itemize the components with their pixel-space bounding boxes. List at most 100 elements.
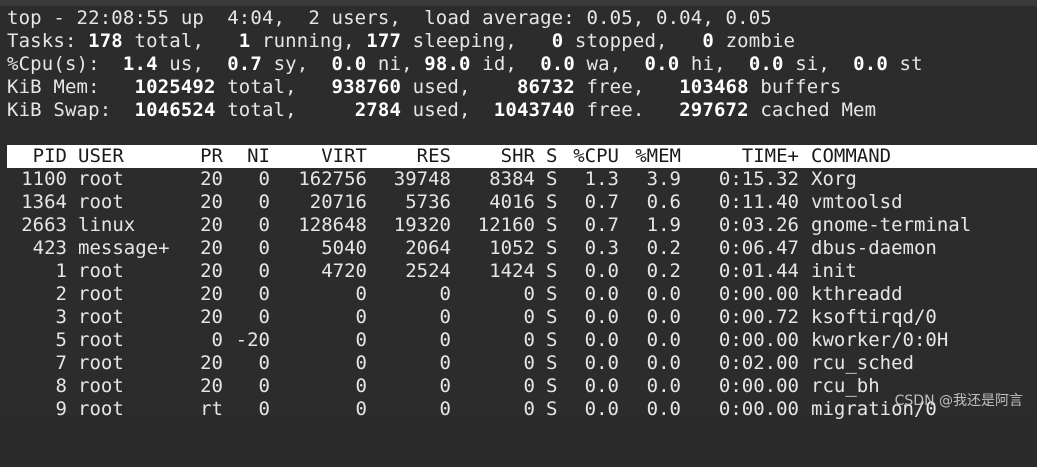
process-row: 1364 root 20 0 20716 5736 4016 S 0.7 0.6 0:11.40 vm… <box>7 191 1037 214</box>
cell-res: 0 <box>439 375 451 397</box>
cell-ni: 0 <box>258 191 270 213</box>
terminal-window[interactable]: top - 22:08:55 up 4:04, 2 users, load av… <box>0 0 1037 420</box>
cell-cpu: 1.3 <box>584 168 619 190</box>
cell-user: linux <box>78 214 136 236</box>
cell-time: 0:02.00 <box>718 352 799 374</box>
terminal-top-strip <box>0 0 1037 6</box>
summary-label: used, <box>401 99 494 121</box>
cell-pr: 20 <box>200 191 223 213</box>
summary-value: 178 <box>88 30 123 52</box>
cell-mem: 0.0 <box>646 283 681 305</box>
cell-pid: 7 <box>55 352 67 374</box>
cell-shr: 4016 <box>489 191 535 213</box>
summary-value: 1.4 <box>122 53 158 75</box>
cell-res: 0 <box>439 283 451 305</box>
cell-time: 0:06.47 <box>718 237 799 259</box>
cell-user: root <box>78 329 124 351</box>
summary-value: 0.0 <box>331 53 367 75</box>
cell-state: S <box>546 214 558 236</box>
summary-value: 98.0 <box>424 53 471 75</box>
cell-cpu: 0.3 <box>584 237 619 259</box>
summary-label: ni, <box>366 53 425 75</box>
cell-pid: 2 <box>55 283 67 305</box>
summary-label: running, <box>250 30 367 52</box>
summary-label: buffers <box>748 76 842 98</box>
cpu-line: %Cpu(s): 1.4 us, 0.7 sy, 0.0 ni, 98.0 id… <box>7 53 923 76</box>
cell-state: S <box>546 283 558 305</box>
cell-command: gnome-terminal <box>811 214 972 236</box>
cell-ni: 0 <box>258 398 270 420</box>
summary-label: free, <box>574 76 680 98</box>
col-pid: PID <box>32 145 67 167</box>
cell-pid: 1 <box>55 260 67 282</box>
cell-ni: 0 <box>258 260 270 282</box>
cell-mem: 0.2 <box>646 237 681 259</box>
summary-label: total, <box>215 76 332 98</box>
cell-command: rcu_sched <box>811 352 914 374</box>
cell-shr: 0 <box>523 306 535 328</box>
summary-label: stopped, <box>563 30 703 52</box>
cell-pid: 8 <box>55 375 67 397</box>
cell-user: message+ <box>78 237 170 259</box>
summary-label: total, <box>122 30 239 52</box>
cell-cpu: 0.0 <box>584 306 619 328</box>
mem-line: KiB Mem: 1025492 total, 938760 used, 867… <box>7 76 841 99</box>
cell-command: ksoftirqd/0 <box>811 306 937 328</box>
cell-ni: 0 <box>258 375 270 397</box>
cell-pid: 2663 <box>21 214 67 236</box>
cell-shr: 12160 <box>477 214 535 236</box>
cell-ni: -20 <box>235 329 270 351</box>
cell-state: S <box>546 260 558 282</box>
cell-res: 39748 <box>393 168 451 190</box>
cell-virt: 20716 <box>309 191 367 213</box>
process-row: 1 root 20 0 4720 2524 1424 S 0.0 0.2 0:01.44 init <box>7 260 1037 283</box>
cell-pr: 20 <box>200 352 223 374</box>
cell-shr: 0 <box>523 352 535 374</box>
cell-res: 0 <box>439 398 451 420</box>
summary-value: 1043740 <box>493 99 575 121</box>
cell-virt: 0 <box>355 375 367 397</box>
cell-pr: 20 <box>200 168 223 190</box>
summary-label: total, <box>215 99 355 121</box>
process-row: 9 root rt 0 0 0 0 S 0.0 0.0 0:00.00 migration/0 <box>7 398 1037 421</box>
col-time: TIME+ <box>741 145 799 167</box>
col-ni: NI <box>247 145 270 167</box>
summary-value: 103468 <box>679 76 749 98</box>
cell-cpu: 0.0 <box>584 375 619 397</box>
process-row: 1100 root 20 0 162756 39748 8384 S 1.3 3.9 0:15.32… <box>7 168 1037 191</box>
cell-cpu: 0.0 <box>584 398 619 420</box>
cell-user: root <box>78 352 124 374</box>
col-s: S <box>546 145 558 167</box>
cell-virt: 0 <box>355 329 367 351</box>
cell-virt: 4720 <box>321 260 367 282</box>
cell-pr: 20 <box>200 283 223 305</box>
cell-time: 0:00.00 <box>718 329 799 351</box>
summary-label: KiB Swap: <box>7 99 135 121</box>
cell-time: 0:15.32 <box>718 168 799 190</box>
cell-pid: 3 <box>55 306 67 328</box>
cell-pr: rt <box>200 398 223 420</box>
summary-value: 938760 <box>331 76 402 98</box>
cell-virt: 162756 <box>298 168 367 190</box>
cell-mem: 0.0 <box>646 329 681 351</box>
cell-res: 0 <box>439 352 451 374</box>
cell-time: 0:00.72 <box>718 306 799 328</box>
col-res: RES <box>416 145 451 167</box>
cell-pr: 20 <box>200 260 223 282</box>
cell-user: root <box>78 168 124 190</box>
cell-cpu: 0.7 <box>584 214 619 236</box>
cell-command: dbus-daemon <box>811 237 937 259</box>
uptime-line: top - 22:08:55 up 4:04, 2 users, load av… <box>7 7 772 29</box>
summary-value: 1 <box>238 30 251 52</box>
cell-mem: 1.9 <box>646 214 681 236</box>
summary-label: wa, <box>574 53 645 75</box>
summary-label: zombie <box>714 30 796 52</box>
cell-time: 0:00.00 <box>718 375 799 397</box>
col-cpu: %CPU <box>573 145 619 167</box>
cell-mem: 3.9 <box>646 168 681 190</box>
summary-label: used, <box>401 76 517 98</box>
cell-virt: 0 <box>355 283 367 305</box>
cell-state: S <box>546 329 558 351</box>
cell-virt: 128648 <box>298 214 367 236</box>
cell-state: S <box>546 306 558 328</box>
